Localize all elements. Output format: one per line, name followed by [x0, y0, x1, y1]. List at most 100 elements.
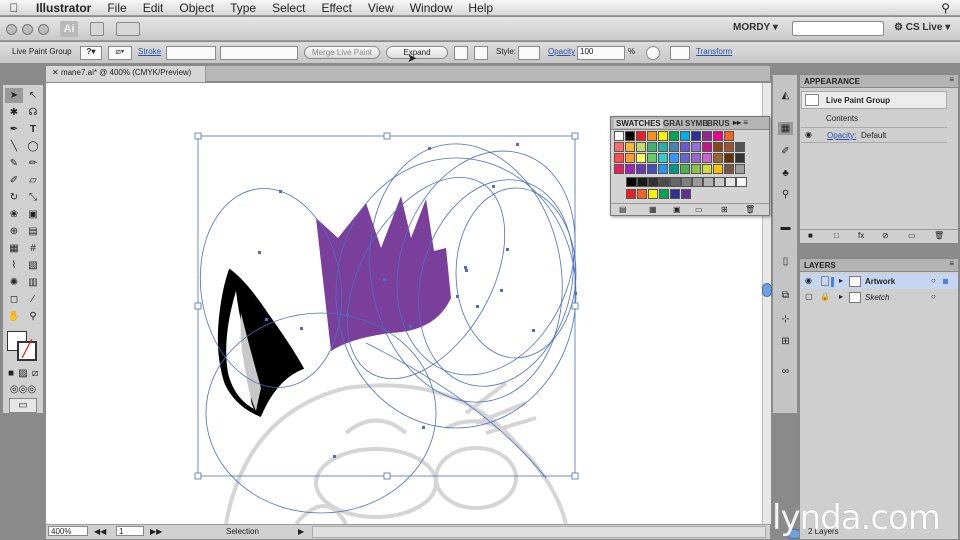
lasso-tool-icon[interactable]: ☊	[24, 105, 42, 120]
links-panel-icon[interactable]: ∞	[778, 365, 793, 378]
layer-name-sketch[interactable]: Sketch	[865, 293, 889, 302]
color-swatch[interactable]	[647, 164, 657, 174]
menu-select[interactable]: Select	[264, 1, 313, 15]
new-color-group-icon[interactable]: ▭	[695, 205, 703, 214]
color-swatch[interactable]	[647, 153, 657, 163]
group-swatch[interactable]	[670, 189, 680, 199]
stroke-swatch-picker[interactable]: ⧄▾	[108, 46, 132, 60]
line-tool-icon[interactable]: ╲	[5, 139, 23, 154]
color-swatch[interactable]	[658, 131, 668, 141]
color-swatch[interactable]	[636, 164, 646, 174]
color-swatch[interactable]	[702, 164, 712, 174]
color-swatch[interactable]	[636, 131, 646, 141]
eyedropper-tool-icon[interactable]: ⌇	[5, 258, 23, 273]
menu-object[interactable]: Object	[171, 1, 222, 15]
perspective-grid-tool-icon[interactable]: ▦	[5, 241, 23, 256]
rotate-tool-icon[interactable]: ↻	[5, 190, 23, 205]
menu-type[interactable]: Type	[222, 1, 264, 15]
panel-collapse-icon[interactable]: ▸▸ ≡	[733, 118, 748, 127]
layer-visibility-icon-2[interactable]: ▢	[805, 292, 813, 301]
live-paint-bucket-tool-icon[interactable]: ▤	[24, 224, 42, 239]
color-swatch[interactable]	[625, 153, 635, 163]
color-swatch[interactable]	[614, 153, 624, 163]
eraser-tool-icon[interactable]: ▱	[24, 173, 42, 188]
color-swatch[interactable]	[691, 131, 701, 141]
color-swatch[interactable]	[724, 131, 734, 141]
slice-tool-icon[interactable]: ⁄	[24, 292, 42, 307]
opacity-field[interactable]: 100	[577, 46, 625, 60]
layer-row-artwork[interactable]: ◉ ▸ Artwork ○	[801, 274, 958, 289]
transform-panel-icon[interactable]: ⊹	[778, 313, 793, 326]
gray-swatch[interactable]	[637, 177, 648, 187]
color-swatch[interactable]	[713, 164, 723, 174]
gray-swatch[interactable]	[648, 177, 659, 187]
artboard-tool-icon[interactable]: ◻	[5, 292, 23, 307]
blend-tool-icon[interactable]: ▧	[24, 258, 42, 273]
color-swatch[interactable]	[713, 142, 723, 152]
layer-target-icon[interactable]: ○	[931, 276, 936, 285]
layers-menu-icon[interactable]: ≡	[949, 259, 954, 268]
type-tool-icon[interactable]: T	[24, 122, 42, 137]
color-mode-icon[interactable]: ■	[5, 366, 17, 381]
color-swatch[interactable]	[647, 131, 657, 141]
appearance-object-row[interactable]: Live Paint Group	[801, 91, 947, 109]
color-swatch[interactable]	[680, 153, 690, 163]
appearance-title[interactable]: APPEARANCE	[804, 77, 860, 86]
delete-item-icon[interactable]: 🗑	[934, 231, 944, 240]
color-swatch[interactable]	[625, 142, 635, 152]
screen-mode-button[interactable]: ▭	[9, 398, 37, 413]
document-tab[interactable]: ✕ mane7.ai* @ 400% (CMYK/Preview)	[46, 66, 206, 82]
color-swatch[interactable]	[713, 153, 723, 163]
menu-window[interactable]: Window	[402, 1, 461, 15]
color-swatch[interactable]	[691, 142, 701, 152]
gray-swatch[interactable]	[681, 177, 692, 187]
appearance-opacity-link[interactable]: Opacity:	[827, 131, 856, 140]
gray-swatch[interactable]	[692, 177, 703, 187]
help-search-input[interactable]	[792, 21, 884, 36]
color-swatch[interactable]	[724, 153, 734, 163]
color-swatch[interactable]	[614, 131, 624, 141]
tab-swatches[interactable]: SWATCHES	[614, 119, 663, 128]
merge-live-paint-button[interactable]: Merge Live Paint	[304, 46, 380, 59]
warp-tool-icon[interactable]: ❀	[5, 207, 23, 222]
menu-view[interactable]: View	[360, 1, 402, 15]
delete-swatch-icon[interactable]: 🗑	[745, 205, 755, 214]
graphic-style-picker[interactable]	[518, 46, 540, 60]
align-panel-icon[interactable]: ⊞	[778, 335, 793, 348]
arrange-documents-icon[interactable]	[116, 22, 140, 36]
duplicate-item-icon[interactable]: ▭	[908, 231, 916, 240]
apple-menu-icon[interactable]: 	[0, 1, 28, 15]
fill-swatch-picker[interactable]: ?▾	[80, 46, 102, 60]
recolor-artwork-icon[interactable]	[646, 46, 660, 60]
color-swatch[interactable]	[680, 164, 690, 174]
selection-indicator[interactable]	[943, 279, 948, 284]
color-swatch[interactable]	[614, 142, 624, 152]
zoom-level-field[interactable]: 400%	[48, 526, 88, 536]
gray-swatch[interactable]	[670, 177, 681, 187]
shape-builder-tool-icon[interactable]: ⊕	[5, 224, 23, 239]
gray-swatch[interactable]	[626, 177, 637, 187]
appearance-opacity-row[interactable]: ◉ Opacity: Default	[801, 127, 947, 143]
minimize-window-button[interactable]	[22, 24, 33, 35]
pen-tool-icon[interactable]: ✒	[5, 122, 23, 137]
none-mode-icon[interactable]: ⧄	[29, 366, 41, 381]
group-swatch[interactable]	[659, 189, 669, 199]
color-swatch[interactable]	[636, 153, 646, 163]
color-swatch[interactable]	[702, 142, 712, 152]
group-swatch[interactable]	[637, 189, 647, 199]
document-info-icon[interactable]: ▯	[778, 255, 793, 268]
color-swatch[interactable]	[625, 164, 635, 174]
graphic-styles-icon[interactable]: ⚲	[778, 188, 793, 201]
gray-swatch[interactable]	[703, 177, 714, 187]
color-swatch[interactable]	[680, 142, 690, 152]
bridge-icon[interactable]	[90, 22, 104, 36]
layer-expand-icon-2[interactable]: ▸	[839, 292, 843, 301]
gray-swatch[interactable]	[714, 177, 725, 187]
color-swatch[interactable]	[724, 142, 734, 152]
color-swatch[interactable]	[724, 164, 734, 174]
layer-name-artwork[interactable]: Artwork	[865, 277, 895, 286]
draw-modes-icon[interactable]: ◎◎◎	[5, 382, 41, 397]
cs-live-button[interactable]: ⚙ CS Live ▾	[894, 22, 950, 33]
menu-file[interactable]: File	[99, 1, 134, 15]
gray-swatch[interactable]	[725, 177, 736, 187]
